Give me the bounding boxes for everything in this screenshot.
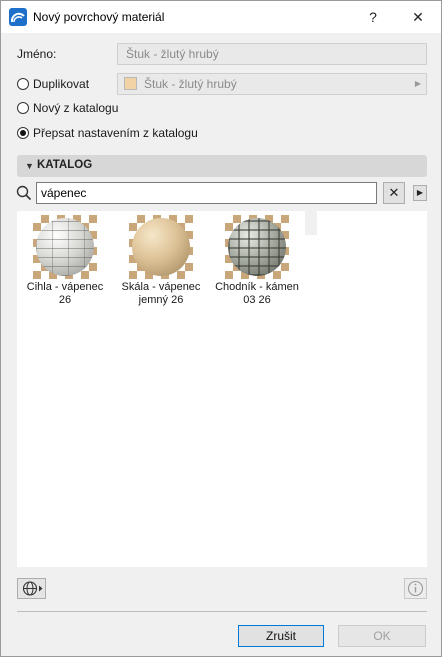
footer-divider: [17, 611, 427, 612]
ok-button[interactable]: OK: [338, 625, 426, 647]
dialog-window: Nový povrchový materiál ? ✕ Jméno: Štuk …: [0, 0, 442, 657]
duplicate-radio[interactable]: [17, 78, 29, 90]
material-thumbnail[interactable]: [225, 215, 289, 279]
rock-sphere-image: [132, 218, 190, 276]
new-from-catalog-label[interactable]: Nový z katalogu: [33, 101, 118, 115]
material-swatch: [124, 77, 137, 90]
help-button[interactable]: ?: [358, 5, 388, 29]
close-button[interactable]: ✕: [403, 5, 433, 29]
catalog-more-button[interactable]: ▶: [413, 185, 427, 201]
catalog-item-label-line2: jemný 26: [138, 294, 184, 306]
material-thumbnail[interactable]: [33, 215, 97, 279]
catalog-grid: Cihla - vápenec 26 Skála - vápenec jemný…: [17, 211, 427, 567]
new-from-catalog-radio[interactable]: [17, 102, 29, 114]
cancel-button[interactable]: Zrušit: [238, 625, 324, 647]
catalog-item-label: Chodník - kámen 03 26: [209, 281, 305, 307]
catalog-section-header[interactable]: ▼ KATALOG: [17, 155, 427, 177]
catalog-item-rock-limestone-fine[interactable]: Skála - vápenec jemný 26: [113, 215, 209, 307]
name-label: Jméno:: [17, 47, 57, 61]
globe-icon: [22, 581, 42, 596]
catalog-item-label: Skála - vápenec jemný 26: [113, 281, 209, 307]
clear-search-button[interactable]: ✕: [383, 182, 405, 204]
title-bar: Nový povrchový materiál ? ✕: [1, 1, 441, 33]
overwrite-radio[interactable]: [17, 127, 29, 139]
paving-sphere-image: [228, 218, 286, 276]
duplicate-select-value: Štuk - žlutý hrubý: [144, 77, 237, 91]
catalog-item-brick-limestone[interactable]: Cihla - vápenec 26: [17, 215, 113, 307]
overwrite-label[interactable]: Přepsat nastavením z katalogu: [33, 126, 198, 140]
brick-sphere-image: [36, 218, 94, 276]
material-thumbnail[interactable]: [129, 215, 193, 279]
search-icon: [16, 185, 32, 201]
catalog-item-label-line1: Chodník - kámen: [215, 281, 299, 293]
duplicate-label[interactable]: Duplikovat: [33, 77, 89, 91]
grid-spacer: [305, 211, 317, 235]
catalog-item-label-line1: Cihla - vápenec: [26, 281, 104, 293]
catalog-search-input[interactable]: [36, 182, 377, 204]
globe-menu-button[interactable]: [17, 578, 46, 599]
catalog-item-paving-stone[interactable]: Chodník - kámen 03 26: [209, 215, 305, 307]
catalog-item-label: Cihla - vápenec 26: [17, 281, 113, 307]
catalog-header-label: KATALOG: [37, 159, 93, 171]
duplicate-select: Štuk - žlutý hrubý ▶: [117, 73, 427, 95]
catalog-item-label-line2: 03 26: [243, 294, 271, 306]
catalog-item-label-line2: 26: [58, 294, 72, 306]
info-icon: [407, 580, 424, 597]
collapse-triangle-icon[interactable]: ▼: [25, 161, 34, 171]
info-button[interactable]: [404, 578, 427, 599]
chevron-right-icon: ▶: [414, 79, 421, 88]
catalog-item-label-line1: Skála - vápenec: [121, 281, 201, 293]
app-icon: [9, 8, 27, 26]
name-field: Štuk - žlutý hrubý: [117, 43, 427, 65]
window-title: Nový povrchový materiál: [33, 10, 165, 24]
